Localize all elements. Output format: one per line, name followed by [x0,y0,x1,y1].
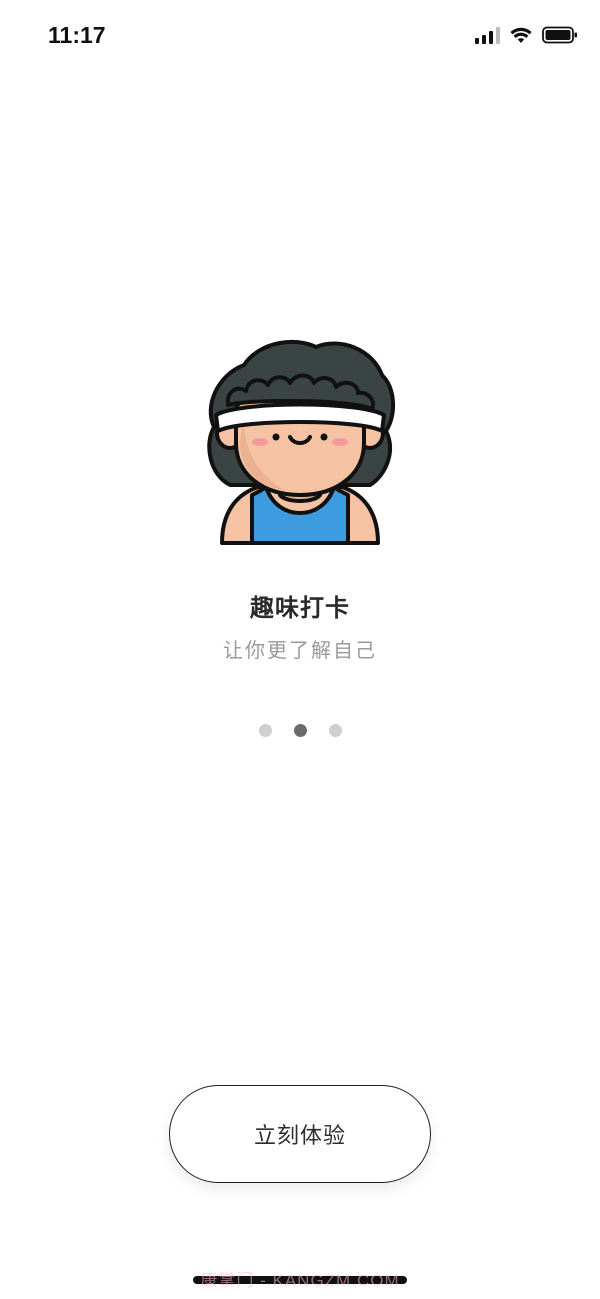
try-now-button[interactable]: 立刻体验 [169,1085,431,1183]
athlete-avatar-illustration [207,339,396,545]
status-bar: 11:17 [0,0,600,72]
watermark: 康掌门 - KANGZM.COM [200,1271,400,1290]
page-indicator [0,724,600,737]
page-dot-2-active[interactable] [293,724,307,737]
onboarding-title: 趣味打卡 [250,594,350,622]
page-dot-1[interactable] [258,724,272,737]
battery-icon [542,26,577,44]
status-icons [475,26,578,44]
onboarding-subtitle: 让你更了解自己 [223,638,377,662]
page-dot-3[interactable] [328,724,342,737]
wifi-icon [510,27,532,43]
status-time: 11:17 [48,22,106,48]
cellular-signal-icon [475,26,500,44]
